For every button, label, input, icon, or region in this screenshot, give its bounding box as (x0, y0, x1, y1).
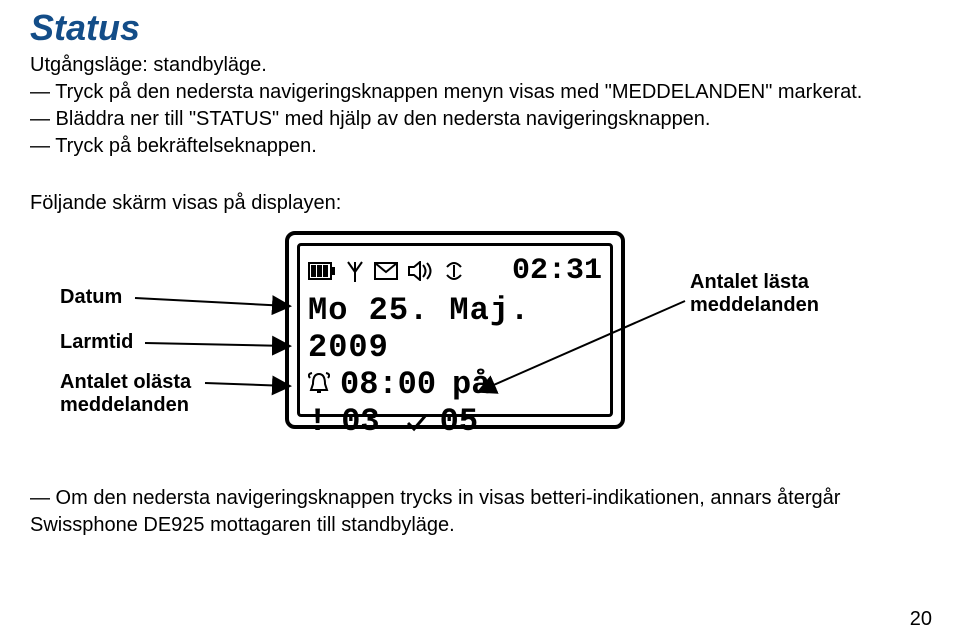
envelope-icon (374, 262, 398, 280)
lcd-time: 02:31 (512, 254, 602, 288)
page-number: 20 (910, 608, 932, 631)
label-unread-line1: Antalet olästa (60, 371, 191, 393)
instruction-step: — Tryck på bekräftelseknappen. (30, 133, 920, 160)
instruction-step: — Om den nedersta navigeringsknappen try… (30, 485, 860, 539)
lead-text: Följande skärm visas på displayen: (30, 190, 920, 217)
lcd-alarm-time: 08:00 (340, 366, 436, 403)
vibrate-icon (444, 261, 464, 281)
label-alarm: Larmtid (60, 331, 133, 354)
pager-screen: 02:31 Mo 25. Maj. 2009 08:00 (297, 243, 613, 417)
status-bar: 02:31 (308, 252, 602, 290)
pager-device: 02:31 Mo 25. Maj. 2009 08:00 (285, 231, 625, 429)
label-date: Datum (60, 286, 122, 309)
lcd-unread: 03 (341, 403, 379, 440)
instruction-step: — Bläddra ner till "STATUS" med hjälp av… (30, 106, 920, 133)
label-read-line1: Antalet lästa (690, 271, 809, 293)
label-read: Antalet lästa meddelanden (690, 271, 819, 317)
instruction-step: — Tryck på den nedersta navigeringsknapp… (30, 79, 920, 106)
lcd-alarm-row: 08:00 på (308, 366, 602, 403)
display-diagram: Datum Larmtid Antalet olästa meddelanden… (30, 231, 850, 441)
check-icon (406, 412, 428, 432)
lcd-date: Mo 25. Maj. 2009 (308, 292, 602, 366)
label-unread: Antalet olästa meddelanden (60, 371, 191, 417)
antenna-icon (346, 260, 364, 282)
lcd-alarm-suffix: på (452, 366, 490, 403)
bell-icon (308, 372, 330, 398)
lcd-read: 05 (440, 403, 478, 440)
intro-text: Utgångsläge: standbyläge. (30, 52, 920, 79)
label-read-line2: meddelanden (690, 294, 819, 316)
speaker-icon (408, 261, 434, 281)
manual-page: Status Utgångsläge: standbyläge. — Tryck… (0, 0, 960, 641)
page-title: Status (30, 10, 920, 46)
lcd-counts-row: ! 03 05 (308, 403, 602, 440)
exclaim-icon: ! (308, 403, 327, 440)
label-unread-line2: meddelanden (60, 394, 189, 416)
battery-icon (308, 262, 336, 280)
